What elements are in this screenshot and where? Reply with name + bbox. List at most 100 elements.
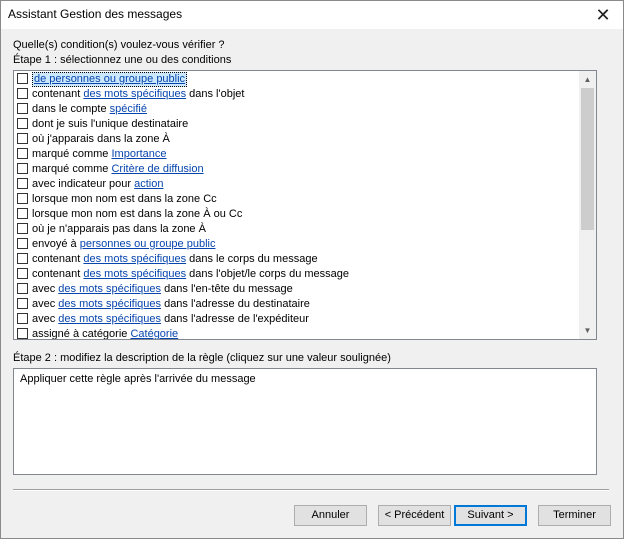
condition-checkbox[interactable] bbox=[17, 223, 28, 234]
condition-text-prefix: lorsque mon nom est dans la zone À ou Cc bbox=[32, 208, 243, 220]
condition-item[interactable]: où j'apparais dans la zone À bbox=[14, 132, 580, 147]
condition-checkbox[interactable] bbox=[17, 133, 28, 144]
condition-text: envoyé à personnes ou groupe public bbox=[32, 237, 215, 252]
condition-checkbox[interactable] bbox=[17, 193, 28, 204]
condition-checkbox[interactable] bbox=[17, 328, 28, 339]
condition-item[interactable]: où je n'apparais pas dans la zone À bbox=[14, 222, 580, 237]
condition-checkbox[interactable] bbox=[17, 313, 28, 324]
condition-text: avec indicateur pour action bbox=[32, 177, 163, 192]
condition-text: marqué comme Importance bbox=[32, 147, 167, 162]
conditions-prompt: Quelle(s) condition(s) voulez-vous vérif… bbox=[13, 39, 225, 51]
condition-value-link[interactable]: des mots spécifiques bbox=[58, 313, 161, 325]
condition-text: marqué comme Critère de diffusion bbox=[32, 162, 204, 177]
condition-text: où je n'apparais pas dans la zone À bbox=[32, 222, 206, 237]
condition-item[interactable]: avec des mots spécifiques dans l'adresse… bbox=[14, 297, 580, 312]
condition-text: contenant des mots spécifiques dans l'ob… bbox=[32, 267, 349, 282]
condition-text: où j'apparais dans la zone À bbox=[32, 132, 170, 147]
condition-text-prefix: dont je suis l'unique destinataire bbox=[32, 118, 189, 130]
condition-item[interactable]: avec des mots spécifiques dans l'adresse… bbox=[14, 312, 580, 327]
condition-value-link[interactable]: des mots spécifiques bbox=[83, 253, 186, 265]
condition-value-link[interactable]: de personnes ou groupe public bbox=[34, 73, 185, 85]
condition-text: de personnes ou groupe public bbox=[32, 72, 188, 87]
condition-value-link[interactable]: des mots spécifiques bbox=[83, 88, 186, 100]
condition-text-prefix: assigné à catégorie bbox=[32, 328, 131, 340]
condition-text-prefix: lorsque mon nom est dans la zone Cc bbox=[32, 193, 217, 205]
condition-text-suffix: dans l'adresse de l'expéditeur bbox=[161, 313, 309, 325]
condition-text-suffix: dans l'objet/le corps du message bbox=[186, 268, 350, 280]
close-icon[interactable]: ✕ bbox=[583, 1, 623, 29]
condition-value-link[interactable]: action bbox=[134, 178, 163, 190]
condition-checkbox[interactable] bbox=[17, 283, 28, 294]
finish-button[interactable]: Terminer bbox=[538, 505, 611, 526]
condition-value-link[interactable]: des mots spécifiques bbox=[83, 268, 186, 280]
condition-item[interactable]: envoyé à personnes ou groupe public bbox=[14, 237, 580, 252]
condition-text: dont je suis l'unique destinataire bbox=[32, 117, 188, 132]
condition-text: lorsque mon nom est dans la zone Cc bbox=[32, 192, 217, 207]
condition-text-prefix: marqué comme bbox=[32, 163, 112, 175]
condition-text: avec des mots spécifiques dans l'en-tête… bbox=[32, 282, 293, 297]
condition-checkbox[interactable] bbox=[17, 298, 28, 309]
rule-description-text: Appliquer cette règle après l'arrivée du… bbox=[20, 373, 256, 385]
condition-checkbox[interactable] bbox=[17, 73, 28, 84]
condition-checkbox[interactable] bbox=[17, 253, 28, 264]
condition-value-link[interactable]: Catégorie bbox=[130, 328, 178, 339]
condition-checkbox[interactable] bbox=[17, 148, 28, 159]
condition-checkbox[interactable] bbox=[17, 118, 28, 129]
condition-text: contenant des mots spécifiques dans l'ob… bbox=[32, 87, 244, 102]
condition-text-suffix: dans l'en-tête du message bbox=[161, 283, 293, 295]
condition-item[interactable]: marqué comme Critère de diffusion bbox=[14, 162, 580, 177]
condition-value-link[interactable]: spécifié bbox=[110, 103, 147, 115]
condition-value-link[interactable]: Critère de diffusion bbox=[111, 163, 203, 175]
condition-value-link[interactable]: Importance bbox=[111, 148, 166, 160]
condition-checkbox[interactable] bbox=[17, 238, 28, 249]
scroll-thumb[interactable] bbox=[581, 88, 594, 230]
condition-text-suffix: dans le corps du message bbox=[186, 253, 318, 265]
conditions-scrollbar[interactable]: ▲ ▼ bbox=[579, 71, 596, 339]
condition-text: contenant des mots spécifiques dans le c… bbox=[32, 252, 318, 267]
condition-item[interactable]: contenant des mots spécifiques dans l'ob… bbox=[14, 87, 580, 102]
condition-text-suffix: dans l'adresse du destinataire bbox=[161, 298, 310, 310]
scroll-down-arrow-icon[interactable]: ▼ bbox=[579, 322, 596, 339]
condition-text-prefix: où je n'apparais pas dans la zone À bbox=[32, 223, 206, 235]
condition-checkbox[interactable] bbox=[17, 103, 28, 114]
condition-item[interactable]: avec des mots spécifiques dans l'en-tête… bbox=[14, 282, 580, 297]
condition-text-prefix: avec bbox=[32, 313, 59, 325]
next-button[interactable]: Suivant > bbox=[454, 505, 527, 526]
condition-item[interactable]: lorsque mon nom est dans la zone À ou Cc bbox=[14, 207, 580, 222]
condition-checkbox[interactable] bbox=[17, 88, 28, 99]
condition-text: lorsque mon nom est dans la zone À ou Cc bbox=[32, 207, 242, 222]
title-bar: Assistant Gestion des messages ✕ bbox=[1, 1, 623, 29]
scroll-up-arrow-icon[interactable]: ▲ bbox=[579, 71, 596, 88]
condition-text-prefix: contenant bbox=[32, 268, 84, 280]
previous-button[interactable]: < Précédent bbox=[378, 505, 451, 526]
condition-item[interactable]: marqué comme Importance bbox=[14, 147, 580, 162]
condition-text: dans le compte spécifié bbox=[32, 102, 147, 117]
condition-text-prefix: contenant bbox=[32, 253, 84, 265]
condition-checkbox[interactable] bbox=[17, 208, 28, 219]
condition-text: assigné à catégorie Catégorie bbox=[32, 327, 178, 340]
condition-checkbox[interactable] bbox=[17, 268, 28, 279]
rule-description-box[interactable]: Appliquer cette règle après l'arrivée du… bbox=[13, 368, 597, 475]
condition-item[interactable]: contenant des mots spécifiques dans l'ob… bbox=[14, 267, 580, 282]
condition-item[interactable]: dont je suis l'unique destinataire bbox=[14, 117, 580, 132]
cancel-button[interactable]: Annuler bbox=[294, 505, 367, 526]
condition-item[interactable]: assigné à catégorie Catégorie bbox=[14, 327, 580, 340]
condition-item[interactable]: dans le compte spécifié bbox=[14, 102, 580, 117]
condition-text-prefix: avec indicateur pour bbox=[32, 178, 135, 190]
condition-checkbox[interactable] bbox=[17, 178, 28, 189]
condition-value-link[interactable]: des mots spécifiques bbox=[58, 298, 161, 310]
condition-text-suffix: dans l'objet bbox=[186, 88, 245, 100]
divider bbox=[13, 489, 609, 490]
condition-checkbox[interactable] bbox=[17, 163, 28, 174]
condition-text: avec des mots spécifiques dans l'adresse… bbox=[32, 297, 310, 312]
condition-text-prefix: avec bbox=[32, 298, 59, 310]
condition-text-prefix: dans le compte bbox=[32, 103, 110, 115]
conditions-list[interactable]: de personnes ou groupe public contenant d… bbox=[13, 70, 597, 340]
condition-item[interactable]: de personnes ou groupe public bbox=[14, 72, 580, 87]
condition-value-link[interactable]: personnes ou groupe public bbox=[80, 238, 216, 250]
condition-value-link[interactable]: des mots spécifiques bbox=[58, 283, 161, 295]
condition-item[interactable]: avec indicateur pour action bbox=[14, 177, 580, 192]
condition-text-prefix: contenant bbox=[32, 88, 84, 100]
condition-item[interactable]: contenant des mots spécifiques dans le c… bbox=[14, 252, 580, 267]
condition-item[interactable]: lorsque mon nom est dans la zone Cc bbox=[14, 192, 580, 207]
